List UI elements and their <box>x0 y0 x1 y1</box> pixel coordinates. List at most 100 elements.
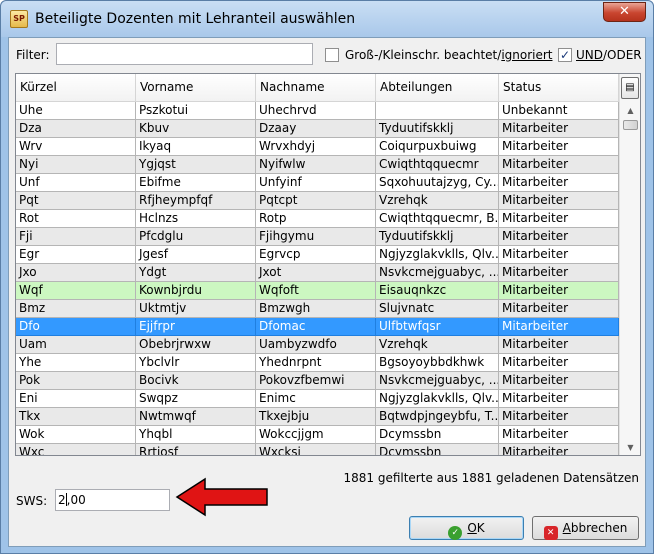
cell-vorname: Jgesf <box>136 246 256 264</box>
cell-kuerzel: Pok <box>16 372 136 390</box>
cell-kuerzel: Yhe <box>16 354 136 372</box>
lecturer-table[interactable]: Kürzel Vorname Nachname Abteilungen Stat… <box>15 73 641 456</box>
cell-nachname: Dzaay <box>256 120 376 138</box>
column-header-kuerzel[interactable]: Kürzel <box>16 74 136 102</box>
scroll-up-icon[interactable]: ▲ <box>620 104 640 118</box>
scroll-down-icon[interactable]: ▼ <box>620 441 640 455</box>
cell-abteilungen: Ngjyzglakvklls, Qlv... <box>376 246 499 264</box>
cell-abteilungen: Nsvkcmejguabyc, ... <box>376 372 499 390</box>
cell-kuerzel: Unf <box>16 174 136 192</box>
cell-status: Mitarbeiter <box>499 426 619 444</box>
cell-nachname: Rotp <box>256 210 376 228</box>
table-row[interactable]: Uam Obebrjrwxw Uambyzwdfo Vzrehqk Mitarbeite… <box>16 336 619 354</box>
table-row[interactable]: Yhe Ybclvlr Yhednrpnt Bgsoyoybbdkhwk Mitarbe… <box>16 354 619 372</box>
close-icon: ✕ <box>619 4 630 19</box>
cell-nachname: Nyifwlw <box>256 156 376 174</box>
cell-kuerzel: Dza <box>16 120 136 138</box>
cell-vorname: Kbuv <box>136 120 256 138</box>
column-header-vorname[interactable]: Vorname <box>136 74 256 102</box>
cell-vorname: Ebifme <box>136 174 256 192</box>
cell-vorname: Ydgt <box>136 264 256 282</box>
table-row[interactable]: Uhe Pszkotui Uhechrvd Unbekannt <box>16 102 619 120</box>
cell-abteilungen: Ulfbtwfqsr <box>376 318 499 336</box>
cell-vorname: Swqpz <box>136 390 256 408</box>
title-bar[interactable]: SP Beteiligte Dozenten mit Lehranteil au… <box>1 1 653 37</box>
cell-kuerzel: Dfo <box>16 318 136 336</box>
cell-status: Mitarbeiter <box>499 174 619 192</box>
column-header-status[interactable]: Status <box>499 74 619 102</box>
table-row[interactable]: Nyi Ygjqst Nyifwlw Cwiqthtqquecmr Mitarbeite… <box>16 156 619 174</box>
cell-abteilungen: Bgsoyoybbdkhwk <box>376 354 499 372</box>
cell-kuerzel: Uam <box>16 336 136 354</box>
cell-abteilungen <box>376 102 499 120</box>
cell-abteilungen: Coiqurpuxbuiwg <box>376 138 499 156</box>
cell-vorname: Obebrjrwxw <box>136 336 256 354</box>
table-row[interactable]: Pqt Rfjheympfqf Pqtcpt Vzrehqk Mitarbeiter <box>16 192 619 210</box>
column-header-nachname[interactable]: Nachname <box>256 74 376 102</box>
dialog-content: Filter: Groß-/Kleinschr. beachtet/ignori… <box>8 37 646 547</box>
scrollbar-thumb[interactable] <box>623 120 638 130</box>
cell-status: Mitarbeiter <box>499 354 619 372</box>
cell-nachname: Wxcksj <box>256 444 376 455</box>
cancel-button[interactable]: ✕ Abbrechen <box>532 516 639 540</box>
vertical-scrollbar[interactable]: ▤ ▲ ▼ <box>619 74 640 455</box>
table-row[interactable]: Wrv Ikyaq Wrvxhdyj Coiqurpuxbuiwg Mitarbeite… <box>16 138 619 156</box>
case-sensitive-label: Groß-/Kleinschr. beachtet/ignoriert <box>345 48 553 62</box>
cell-kuerzel: Pqt <box>16 192 136 210</box>
cell-status: Mitarbeiter <box>499 318 619 336</box>
cell-vorname: Rrtjosf <box>136 444 256 455</box>
cell-kuerzel: Bmz <box>16 300 136 318</box>
table-row[interactable]: Fji Pfcdglu Fjihgymu Tyduutifskklj Mitarbeit… <box>16 228 619 246</box>
cell-nachname: Pqtcpt <box>256 192 376 210</box>
close-button[interactable]: ✕ <box>603 2 646 22</box>
table-row[interactable]: Rot Hclnzs Rotp Cwiqthtqquecmr, B... Mitarbe… <box>16 210 619 228</box>
dialog-window: SP Beteiligte Dozenten mit Lehranteil au… <box>0 0 654 554</box>
cell-nachname: Enimc <box>256 390 376 408</box>
table-row[interactable]: Wqf Kownbjrdu Wqfoft Eisauqnkzc Mitarbeiter <box>16 282 619 300</box>
cell-vorname: Uktmtjv <box>136 300 256 318</box>
cell-status: Unbekannt <box>499 102 619 120</box>
checkmark-icon: ✓ <box>559 48 571 62</box>
cell-status: Mitarbeiter <box>499 372 619 390</box>
filter-input[interactable] <box>56 43 313 65</box>
table-row[interactable]: Dza Kbuv Dzaay Tyduutifskklj Mitarbeiter <box>16 120 619 138</box>
cell-kuerzel: Eni <box>16 390 136 408</box>
cell-abteilungen: Nsvkcmejguabyc, ... <box>376 264 499 282</box>
cell-vorname: Nwtmwqf <box>136 408 256 426</box>
column-chooser-icon: ▤ <box>625 82 635 93</box>
table-row[interactable]: Tkx Nwtmwqf Tkxejbju Bqtwdpjngeybfu, T... Mi… <box>16 408 619 426</box>
table-row[interactable]: Dfo Ejjfrpr Dfomac Ulfbtwfqsr Mitarbeiter <box>16 318 619 336</box>
cell-abteilungen: Ngjyzglakvklls, Qlv... <box>376 390 499 408</box>
cell-status: Mitarbeiter <box>499 246 619 264</box>
cell-status: Mitarbeiter <box>499 300 619 318</box>
cell-abteilungen: Tyduutifskklj <box>376 120 499 138</box>
table-row[interactable]: Wok Yhqbl Wokccjjgm Dcymssbn Mitarbeiter <box>16 426 619 444</box>
cell-status: Mitarbeiter <box>499 138 619 156</box>
cell-kuerzel: Wqf <box>16 282 136 300</box>
cell-kuerzel: Nyi <box>16 156 136 174</box>
cell-status: Mitarbeiter <box>499 390 619 408</box>
and-or-checkbox[interactable]: ✓ <box>558 48 572 62</box>
column-header-abteilungen[interactable]: Abteilungen <box>376 74 499 102</box>
cell-vorname: Ejjfrpr <box>136 318 256 336</box>
cell-nachname: Tkxejbju <box>256 408 376 426</box>
cell-vorname: Pfcdglu <box>136 228 256 246</box>
column-chooser-button[interactable]: ▤ <box>621 77 639 99</box>
table-row[interactable]: Jxo Ydgt Jxot Nsvkcmejguabyc, ... Mitarbeite… <box>16 264 619 282</box>
table-row[interactable]: Egr Jgesf Egrvcp Ngjyzglakvklls, Qlv... Mita… <box>16 246 619 264</box>
table-header: Kürzel Vorname Nachname Abteilungen Stat… <box>16 74 619 102</box>
ok-button[interactable]: ✓ OK <box>409 516 524 540</box>
sws-input[interactable]: 2,00 <box>55 489 170 511</box>
cell-kuerzel: Jxo <box>16 264 136 282</box>
cell-nachname: Wrvxhdyj <box>256 138 376 156</box>
cell-nachname: Uambyzwdfo <box>256 336 376 354</box>
cell-status: Mitarbeiter <box>499 156 619 174</box>
table-row[interactable]: Wxc Rrtjosf Wxcksj Dcymssbn Mitarbeiter <box>16 444 619 455</box>
check-icon: ✓ <box>448 526 463 540</box>
table-row[interactable]: Bmz Uktmtjv Bmzwgh Slujvnatc Mitarbeiter <box>16 300 619 318</box>
case-sensitive-checkbox[interactable] <box>325 48 339 62</box>
table-row[interactable]: Pok Bocivk Pokovzfbemwi Nsvkcmejguabyc, ...… <box>16 372 619 390</box>
cell-kuerzel: Rot <box>16 210 136 228</box>
table-row[interactable]: Unf Ebifme Unfyinf Sqxohuutajzyg, Cy... Mita… <box>16 174 619 192</box>
table-row[interactable]: Eni Swqpz Enimc Ngjyzglakvklls, Qlv... Mitar… <box>16 390 619 408</box>
